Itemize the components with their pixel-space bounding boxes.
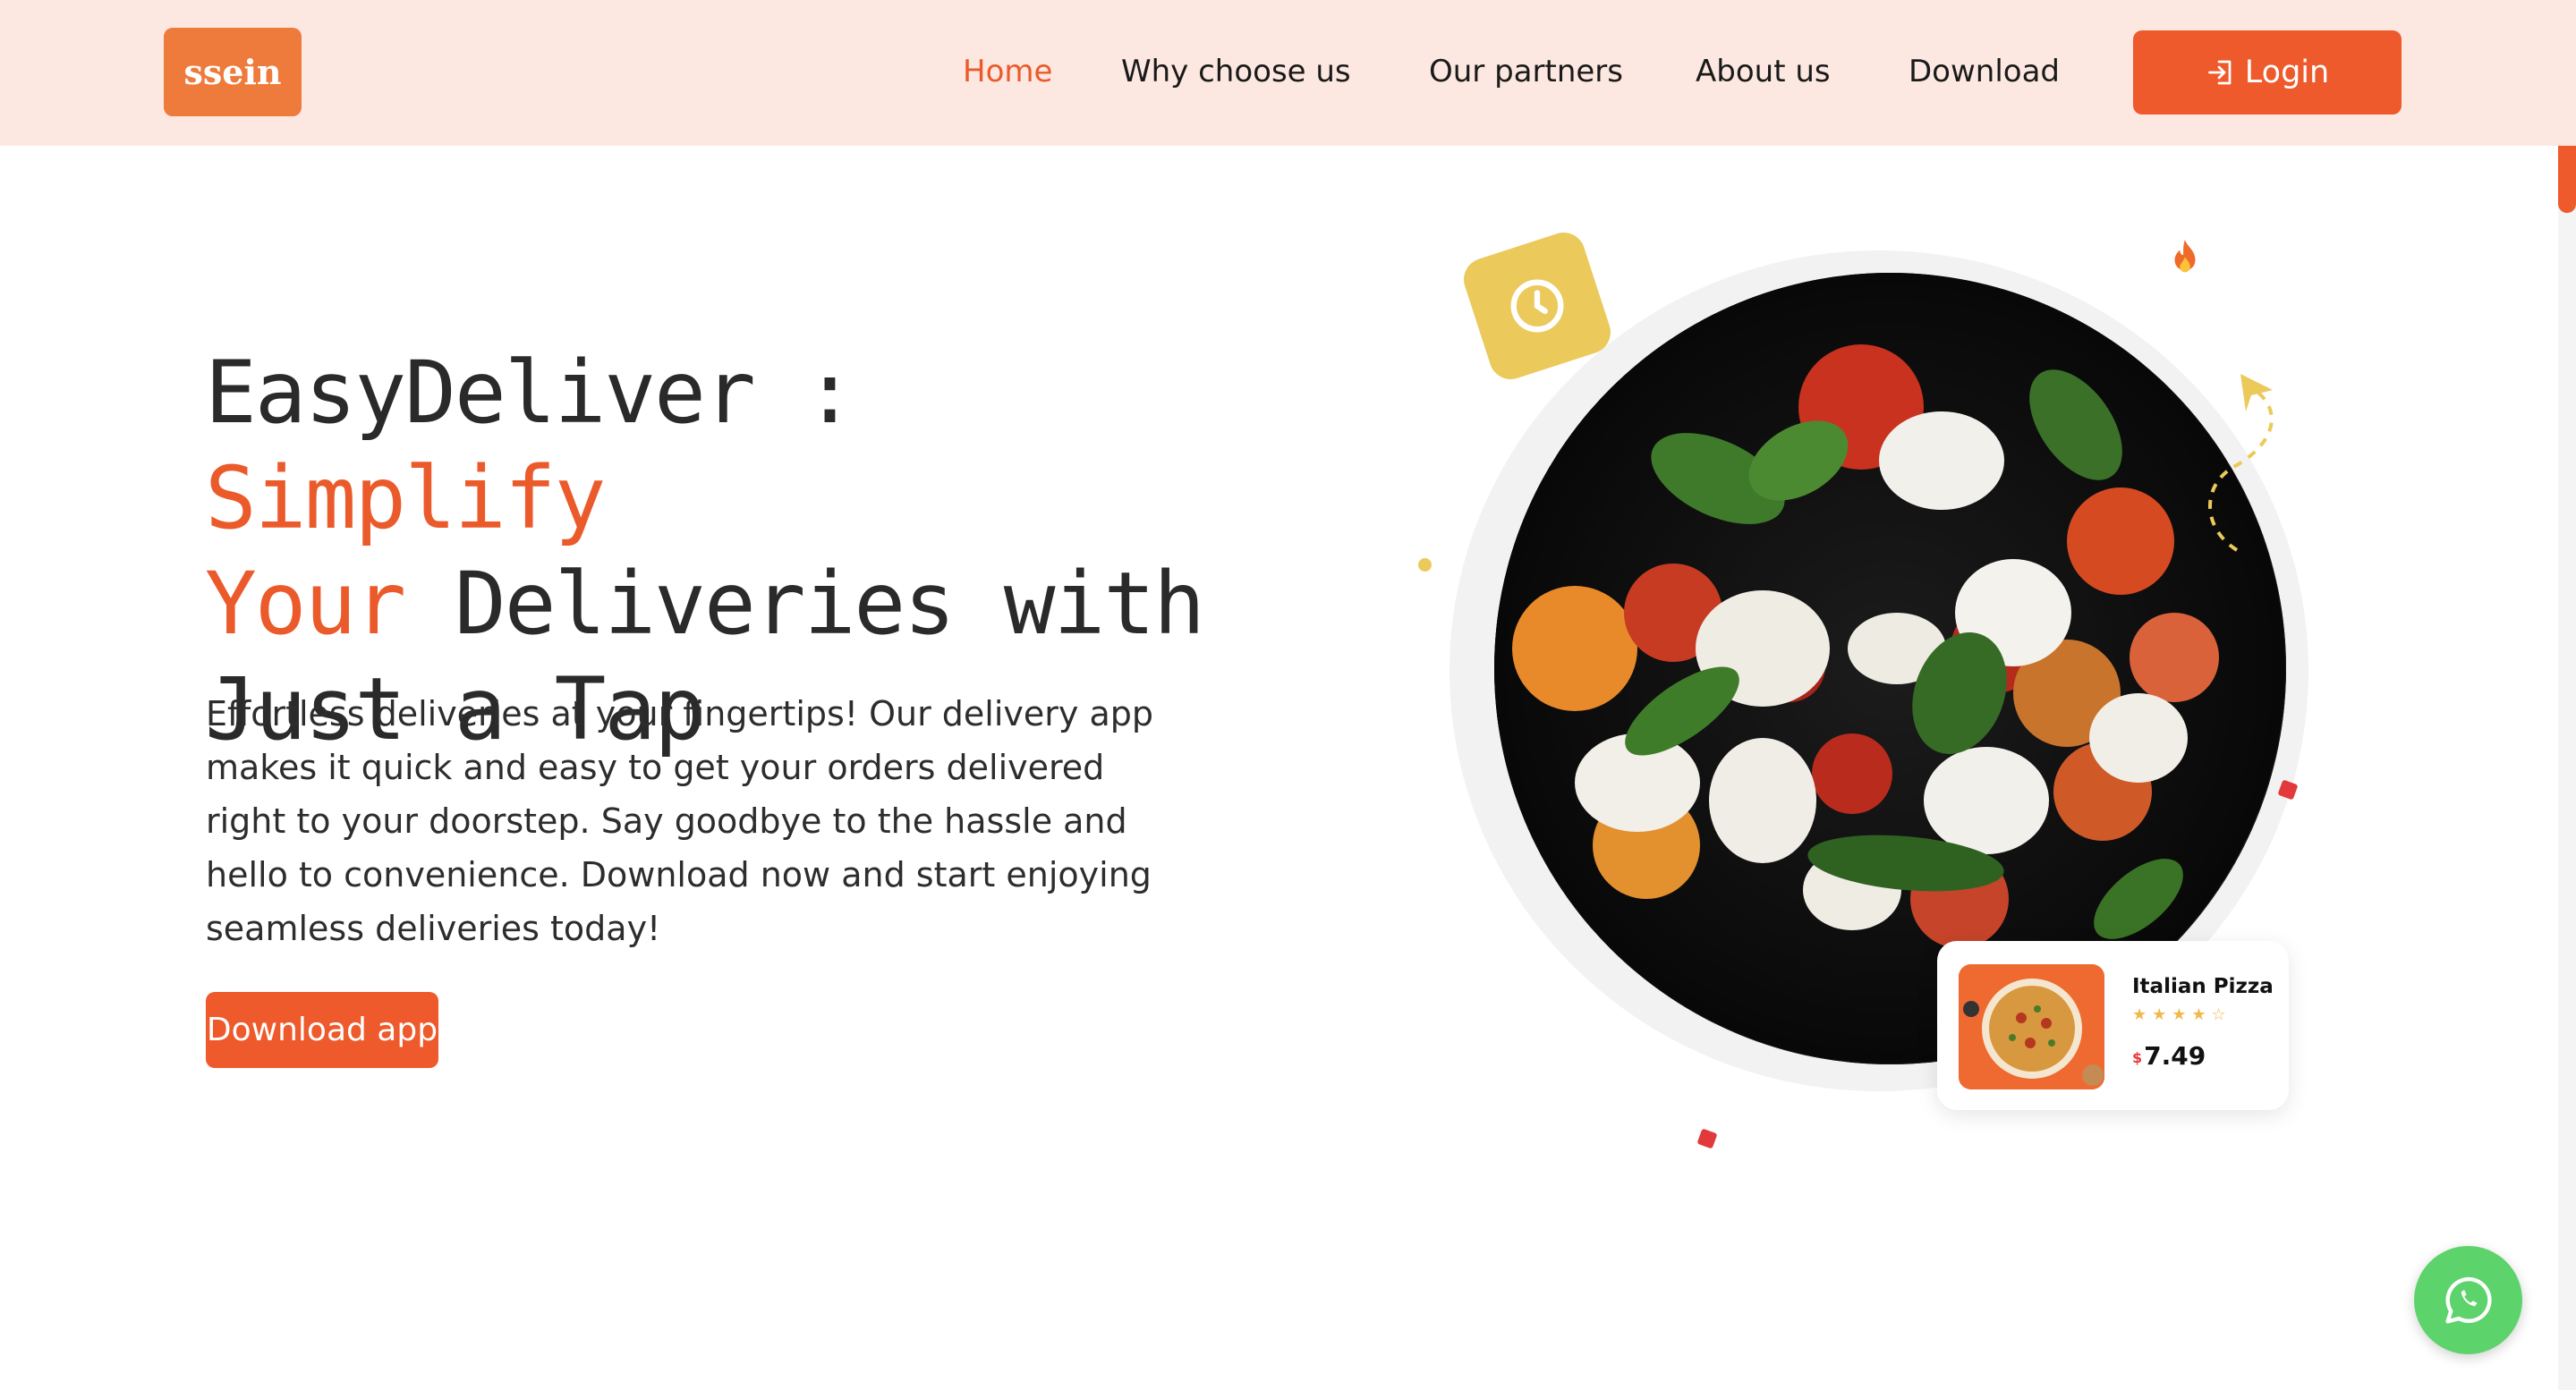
- food-card-stars: ★★★★☆: [2132, 1005, 2232, 1024]
- headline-part-1: EasyDeliver :: [205, 343, 855, 443]
- nav-about-us[interactable]: About us: [1696, 47, 1831, 97]
- headline-part-2: Deliveries with: [404, 554, 1205, 654]
- whatsapp-button[interactable]: [2414, 1246, 2522, 1354]
- fire-icon: [2174, 239, 2196, 273]
- login-arrow-icon: [2207, 60, 2232, 85]
- logo[interactable]: ssein: [164, 28, 302, 116]
- nav-why-choose-us[interactable]: Why choose us: [1121, 47, 1351, 97]
- food-card-price: $7.49: [2132, 1041, 2206, 1071]
- pizza-image: [1959, 964, 2104, 1089]
- headline-accent-2: Your: [205, 554, 406, 654]
- decor-dot-yellow: [1418, 558, 1432, 572]
- logo-text: ssein: [183, 52, 282, 92]
- food-card-currency: $: [2132, 1048, 2143, 1066]
- login-button[interactable]: Login: [2133, 30, 2402, 114]
- clock-icon: [1510, 279, 1564, 333]
- paper-plane-icon: [2208, 374, 2274, 552]
- food-card[interactable]: Italian Pizza ★★★★☆ $7.49: [1937, 941, 2289, 1110]
- nav-download[interactable]: Download: [1909, 47, 2060, 97]
- nav-home[interactable]: Home: [963, 47, 1052, 97]
- decor-square-red-2: [1696, 1128, 1718, 1149]
- food-card-price-value: 7.49: [2144, 1041, 2206, 1071]
- download-app-button[interactable]: Download app: [206, 992, 438, 1068]
- headline-accent-1: Simplify: [205, 448, 606, 548]
- hero-description: Effortless deliveries at your fingertips…: [206, 694, 1154, 948]
- food-card-title: Italian Pizza: [2132, 975, 2274, 998]
- login-label: Login: [2244, 55, 2330, 90]
- whatsapp-icon: [2444, 1276, 2492, 1324]
- nav-our-partners[interactable]: Our partners: [1429, 47, 1623, 97]
- top-navbar: ssein Home Why choose us Our partners Ab…: [0, 0, 2576, 146]
